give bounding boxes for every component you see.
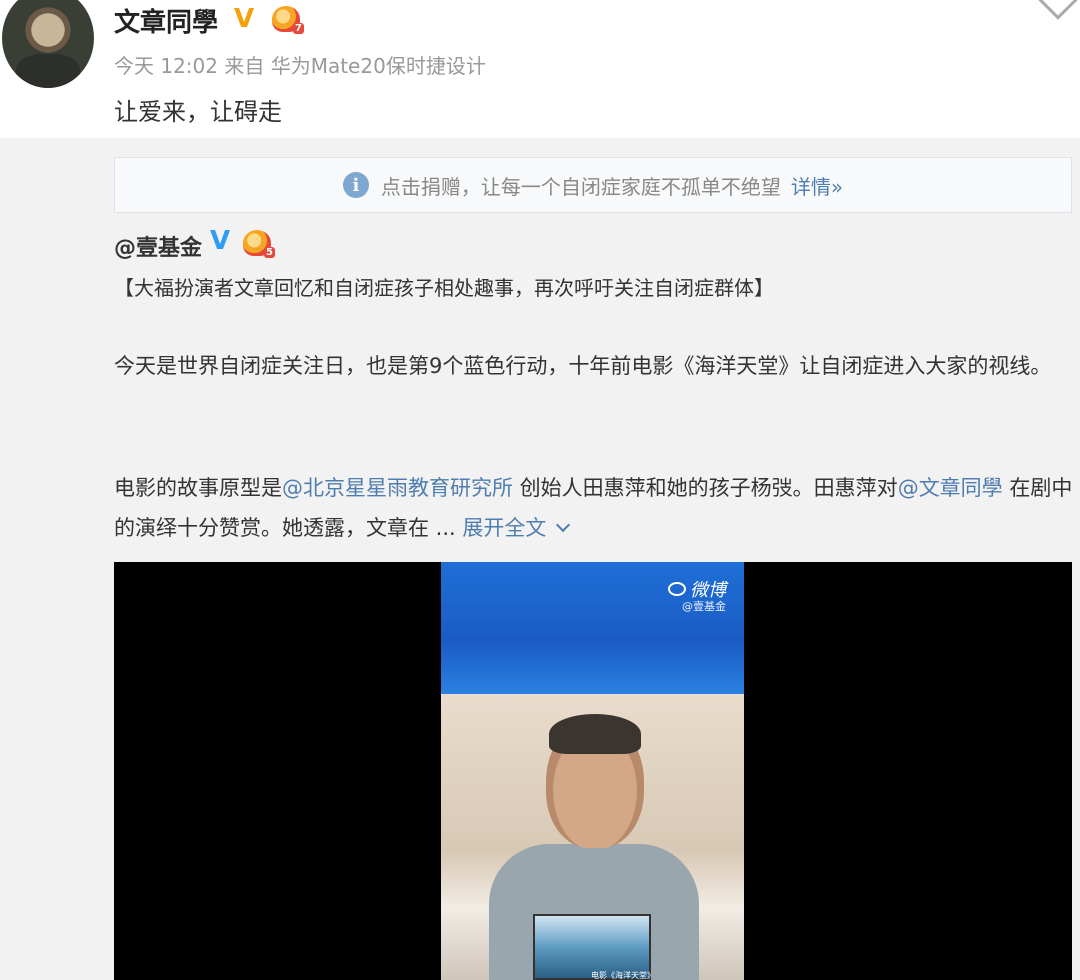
para-text: 电影的故事原型是 <box>114 476 282 500</box>
video-frame: 微博 @壹基金 电影《海洋天堂》 <box>441 562 744 980</box>
video-player[interactable]: 微博 @壹基金 电影《海洋天堂》 <box>114 562 1072 980</box>
chevron-down-icon[interactable] <box>1038 0 1078 20</box>
verified-badge-icon: V <box>210 226 231 256</box>
post-meta: 今天 12:02 来自 华为Mate20保时捷设计 <box>114 54 486 78</box>
expand-full-text-link[interactable]: 展开全文 <box>462 516 546 540</box>
repost-author[interactable]: @壹基金 <box>114 230 202 262</box>
post-text: 让爱来，让碍走 <box>114 98 282 126</box>
author-name[interactable]: 文章同學 <box>114 2 218 39</box>
repost-paragraph-2: 电影的故事原型是@北京星星雨教育研究所 创始人田惠萍和她的孩子杨弢。田惠萍对@文… <box>114 468 1074 548</box>
donate-text: 点击捐赠，让每一个自闭症家庭不孤单不绝望 <box>380 174 781 199</box>
watermark-account: @壹基金 <box>682 600 726 613</box>
weibo-eye-icon <box>668 582 686 596</box>
crown-level: 7 <box>293 23 304 34</box>
member-crown-icon: 5 <box>243 230 275 258</box>
author-avatar[interactable] <box>2 0 94 88</box>
chevron-down-icon[interactable] <box>556 517 571 533</box>
para-text: 创始人田惠萍和她的孩子杨弢。田惠萍对 <box>513 476 898 500</box>
post-header: 文章同學 V 7 今天 12:02 来自 华为Mate20保时捷设计 让爱来，让… <box>0 0 1080 138</box>
repost-title: 【大福扮演者文章回忆和自闭症孩子相处趣事，再次呼吁关注自闭症群体】 <box>114 276 774 300</box>
verified-badge-icon: V <box>234 4 255 34</box>
mention-link[interactable]: @北京星星雨教育研究所 <box>282 476 513 500</box>
info-icon: i <box>342 172 369 198</box>
video-scene: 电影《海洋天堂》 <box>441 694 744 980</box>
donate-banner[interactable]: i 点击捐赠，让每一个自闭症家庭不孤单不绝望 详情» <box>114 157 1072 213</box>
mention-link[interactable]: @文章同學 <box>898 476 1003 500</box>
member-crown-icon: 7 <box>272 6 304 34</box>
person-hair <box>549 714 641 754</box>
donate-details-link[interactable]: 详情» <box>791 171 843 200</box>
crown-level: 5 <box>264 247 275 258</box>
screen-caption: 电影《海洋天堂》 <box>591 971 655 980</box>
repost-paragraph-1: 今天是世界自闭症关注日，也是第9个蓝色行动，十年前电影《海洋天堂》让自闭症进入大… <box>114 354 1052 378</box>
video-top-banner: 微博 @壹基金 <box>441 562 744 694</box>
